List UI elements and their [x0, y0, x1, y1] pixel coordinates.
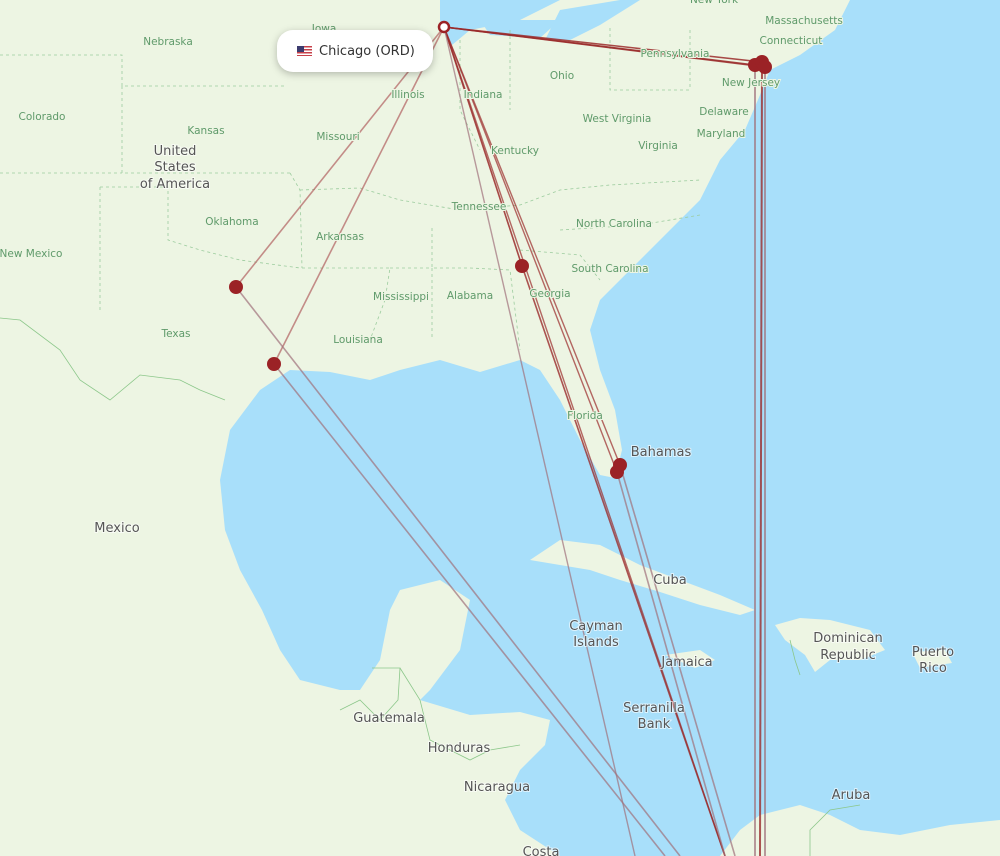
state-label: Nebraska: [143, 36, 193, 48]
destination-marker[interactable]: [758, 60, 772, 74]
country-label: Puerto: [912, 645, 954, 660]
state-label: Colorado: [19, 111, 66, 123]
state-label: Louisiana: [333, 334, 383, 346]
state-label: South Carolina: [571, 263, 648, 275]
state-label: Florida: [567, 410, 603, 422]
state-label: West Virginia: [583, 113, 652, 125]
state-label: Illinois: [391, 89, 424, 101]
destination-marker[interactable]: [267, 357, 281, 371]
state-label: Delaware: [699, 106, 748, 118]
us-flag-icon: [297, 46, 312, 56]
country-label: Guatemala: [353, 711, 425, 726]
state-label: Ohio: [550, 70, 574, 82]
destination-marker[interactable]: [515, 259, 529, 273]
state-label: New York: [690, 0, 739, 6]
state-label: New Mexico: [0, 248, 62, 260]
country-label: States: [154, 160, 195, 175]
state-label: Oklahoma: [205, 216, 258, 228]
state-label: Georgia: [529, 288, 570, 300]
country-label: Islands: [573, 635, 619, 650]
state-label: Alabama: [447, 290, 493, 302]
state-label: Tennessee: [451, 201, 507, 213]
state-label: Mississippi: [373, 291, 429, 303]
country-label: United: [154, 144, 197, 159]
route-map[interactable]: Nebraska Iowa Colorado Kansas Missouri I…: [0, 0, 1000, 856]
state-label: Kansas: [187, 125, 224, 137]
state-label: Massachusetts: [765, 15, 843, 27]
country-label: Republic: [820, 648, 876, 663]
country-label: Costa: [523, 845, 560, 856]
country-label: Bank: [638, 717, 671, 732]
country-label: of America: [140, 177, 210, 192]
country-label: Aruba: [832, 788, 871, 803]
country-label: Mexico: [94, 521, 139, 536]
state-label: Missouri: [316, 131, 359, 143]
country-label: Bahamas: [631, 445, 692, 460]
state-label: Indiana: [464, 89, 503, 101]
state-label: New Jersey: [722, 77, 780, 89]
state-label: Texas: [160, 328, 190, 340]
origin-marker[interactable]: [437, 20, 451, 34]
country-label: Rico: [919, 661, 947, 676]
country-label: Honduras: [428, 741, 491, 756]
state-label: Arkansas: [316, 231, 364, 243]
destination-marker[interactable]: [229, 280, 243, 294]
country-label: Dominican: [813, 631, 882, 646]
country-label: Jamaica: [660, 655, 712, 670]
state-label: North Carolina: [576, 218, 652, 230]
state-label: Pennsylvania: [641, 48, 710, 60]
destination-marker[interactable]: [610, 465, 624, 479]
country-label: Nicaragua: [464, 780, 530, 795]
origin-tooltip: Chicago (ORD): [277, 30, 433, 72]
country-label: Serranilla: [623, 701, 685, 716]
state-label: Connecticut: [760, 35, 823, 47]
country-label: Cuba: [653, 573, 687, 588]
country-label: Cayman: [569, 619, 623, 634]
origin-label: Chicago (ORD): [319, 43, 415, 59]
state-label: Virginia: [638, 140, 678, 152]
state-label: Kentucky: [491, 145, 539, 157]
state-label: Maryland: [697, 128, 746, 140]
